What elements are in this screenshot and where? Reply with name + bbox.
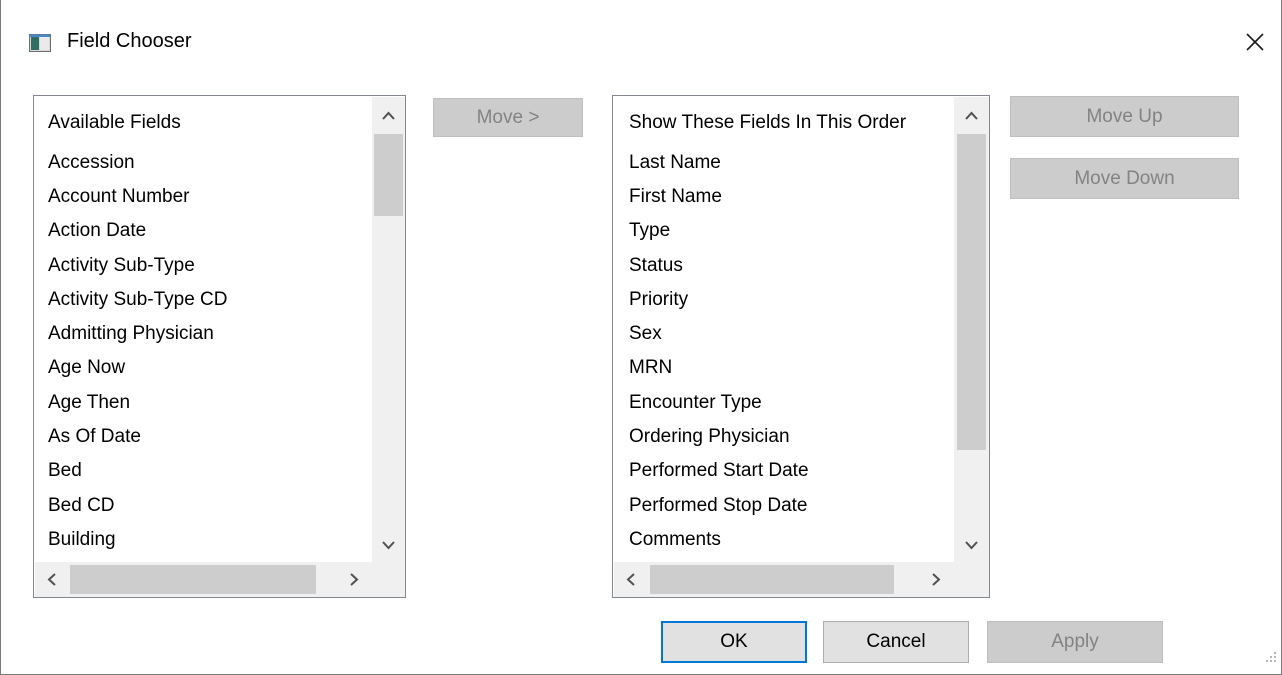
- scroll-right-button[interactable]: [337, 562, 371, 596]
- window-app-icon: [29, 34, 51, 52]
- selected-fields-listbox[interactable]: Show These Fields In This Order Last Nam…: [612, 95, 990, 598]
- move-down-button[interactable]: Move Down: [1010, 158, 1239, 199]
- list-item[interactable]: Comments: [629, 529, 721, 551]
- list-item[interactable]: Priority: [629, 289, 688, 311]
- list-item[interactable]: Account Number: [48, 186, 190, 208]
- chevron-right-icon: [350, 573, 359, 586]
- scroll-left-button[interactable]: [35, 562, 69, 596]
- list-item[interactable]: Sex: [629, 323, 662, 345]
- selected-fields-header: Show These Fields In This Order: [629, 112, 907, 133]
- title-bar: Field Chooser: [1, 0, 1281, 86]
- list-item[interactable]: Last Name: [629, 152, 721, 174]
- ok-button[interactable]: OK: [661, 621, 807, 663]
- list-item[interactable]: MRN: [629, 357, 672, 379]
- scrollbar-corner: [372, 562, 405, 597]
- cancel-button[interactable]: Cancel: [823, 621, 969, 663]
- chevron-down-icon: [965, 541, 978, 550]
- chevron-left-icon: [626, 573, 635, 586]
- list-item[interactable]: Age Now: [48, 357, 125, 379]
- close-x-icon: [1246, 33, 1264, 51]
- list-item[interactable]: Type: [629, 220, 670, 242]
- chevron-down-icon: [382, 541, 395, 550]
- scroll-left-button[interactable]: [614, 562, 648, 596]
- scroll-right-button[interactable]: [919, 562, 953, 596]
- window-title: Field Chooser: [67, 30, 192, 52]
- available-horizontal-scrollbar[interactable]: [35, 562, 372, 597]
- selected-horizontal-scrollbar[interactable]: [614, 562, 954, 597]
- list-item[interactable]: Building: [48, 529, 116, 551]
- list-item[interactable]: Bed: [48, 460, 82, 482]
- list-item[interactable]: Ordering Physician: [629, 426, 790, 448]
- list-item[interactable]: Accession: [48, 152, 135, 174]
- list-item[interactable]: Status: [629, 255, 683, 277]
- horizontal-scroll-thumb[interactable]: [650, 565, 894, 594]
- scroll-up-button[interactable]: [372, 97, 406, 131]
- list-item[interactable]: First Name: [629, 186, 722, 208]
- chevron-up-icon: [382, 111, 395, 120]
- available-vertical-scrollbar[interactable]: [372, 97, 405, 562]
- list-item[interactable]: Performed Stop Date: [629, 495, 807, 517]
- chevron-left-icon: [47, 573, 56, 586]
- list-item[interactable]: Action Date: [48, 220, 146, 242]
- selected-vertical-scrollbar[interactable]: [954, 97, 989, 562]
- list-item[interactable]: Performed Start Date: [629, 460, 809, 482]
- vertical-scroll-thumb[interactable]: [374, 134, 403, 216]
- list-item[interactable]: Admitting Physician: [48, 323, 214, 345]
- chevron-right-icon: [932, 573, 941, 586]
- scroll-down-button[interactable]: [954, 528, 988, 562]
- resize-grip-icon[interactable]: [1263, 649, 1277, 668]
- list-item[interactable]: Bed CD: [48, 495, 115, 517]
- field-chooser-dialog: Field Chooser Available Fields Accession…: [0, 0, 1282, 675]
- list-item[interactable]: Activity Sub-Type CD: [48, 289, 228, 311]
- scroll-down-button[interactable]: [372, 528, 406, 562]
- list-item[interactable]: As Of Date: [48, 426, 141, 448]
- move-button[interactable]: Move >: [433, 98, 583, 137]
- list-item[interactable]: Encounter Type: [629, 392, 762, 414]
- close-button[interactable]: [1235, 22, 1275, 62]
- vertical-scroll-thumb[interactable]: [957, 134, 986, 450]
- apply-button[interactable]: Apply: [987, 621, 1163, 663]
- available-fields-listbox[interactable]: Available Fields Accession Account Numbe…: [33, 95, 406, 598]
- horizontal-scroll-thumb[interactable]: [70, 565, 316, 594]
- list-item[interactable]: Activity Sub-Type: [48, 255, 195, 277]
- scroll-up-button[interactable]: [954, 97, 988, 131]
- scrollbar-corner: [954, 562, 989, 597]
- available-fields-header: Available Fields: [48, 112, 181, 133]
- chevron-up-icon: [965, 111, 978, 120]
- list-item[interactable]: Age Then: [48, 392, 130, 414]
- move-up-button[interactable]: Move Up: [1010, 96, 1239, 137]
